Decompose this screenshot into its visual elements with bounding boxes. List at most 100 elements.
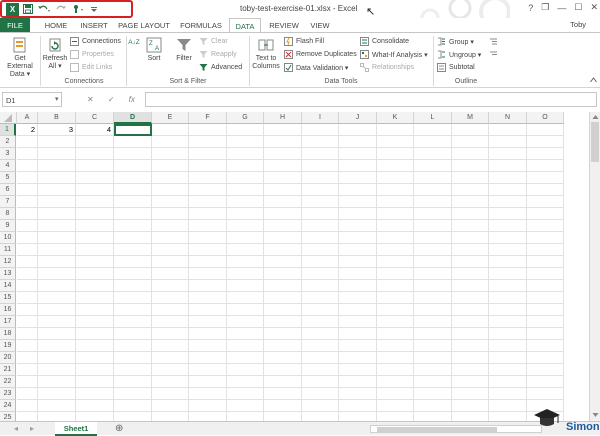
cell-j20[interactable] (339, 352, 377, 364)
column-header-l[interactable]: L (414, 112, 452, 124)
cell-n8[interactable] (489, 208, 527, 220)
column-header-k[interactable]: K (377, 112, 414, 124)
refresh-all-button[interactable]: Refresh All ▾ (42, 37, 68, 71)
maximize-icon[interactable]: ☐ (574, 2, 582, 13)
flash-fill-button[interactable]: Flash Fill (284, 37, 324, 46)
row-header-12[interactable]: 12 (0, 256, 16, 268)
next-sheet-icon[interactable]: ▸ (30, 424, 34, 433)
cell-e7[interactable] (152, 196, 189, 208)
cell-a25[interactable] (17, 412, 38, 421)
cell-d22[interactable] (114, 376, 152, 388)
row-header-23[interactable]: 23 (0, 388, 16, 400)
cell-k19[interactable] (377, 340, 414, 352)
cell-c1[interactable]: 4 (76, 124, 114, 136)
cell-a10[interactable] (17, 232, 38, 244)
cell-n14[interactable] (489, 280, 527, 292)
column-header-n[interactable]: N (489, 112, 527, 124)
cell-e21[interactable] (152, 364, 189, 376)
cell-g21[interactable] (227, 364, 264, 376)
cell-f25[interactable] (189, 412, 227, 421)
cell-c14[interactable] (76, 280, 114, 292)
cell-e6[interactable] (152, 184, 189, 196)
cell-m7[interactable] (452, 196, 489, 208)
cell-j13[interactable] (339, 268, 377, 280)
cell-f17[interactable] (189, 316, 227, 328)
cell-m6[interactable] (452, 184, 489, 196)
group-button[interactable]: Group ▾ (437, 37, 474, 46)
cell-g10[interactable] (227, 232, 264, 244)
cell-k2[interactable] (377, 136, 414, 148)
tab-formulas[interactable]: FORMULAS (178, 18, 224, 32)
cell-l16[interactable] (414, 304, 452, 316)
cell-c5[interactable] (76, 172, 114, 184)
cell-b17[interactable] (38, 316, 76, 328)
cell-c21[interactable] (76, 364, 114, 376)
redo-icon[interactable] (54, 2, 68, 16)
cell-k11[interactable] (377, 244, 414, 256)
cell-e8[interactable] (152, 208, 189, 220)
cell-h12[interactable] (264, 256, 302, 268)
cell-n10[interactable] (489, 232, 527, 244)
hide-detail-icon[interactable] (488, 50, 498, 62)
cell-l5[interactable] (414, 172, 452, 184)
cell-m11[interactable] (452, 244, 489, 256)
tab-data[interactable]: DATA (229, 18, 261, 33)
cell-f5[interactable] (189, 172, 227, 184)
cell-h9[interactable] (264, 220, 302, 232)
row-header-5[interactable]: 5 (0, 172, 16, 184)
cell-i14[interactable] (302, 280, 339, 292)
tab-insert[interactable]: INSERT (78, 18, 110, 32)
cell-b9[interactable] (38, 220, 76, 232)
cell-n4[interactable] (489, 160, 527, 172)
cell-c17[interactable] (76, 316, 114, 328)
cell-e3[interactable] (152, 148, 189, 160)
cell-o10[interactable] (527, 232, 564, 244)
cell-g7[interactable] (227, 196, 264, 208)
cell-f4[interactable] (189, 160, 227, 172)
cell-g16[interactable] (227, 304, 264, 316)
cell-a16[interactable] (17, 304, 38, 316)
row-header-16[interactable]: 16 (0, 304, 16, 316)
cell-i3[interactable] (302, 148, 339, 160)
cell-i16[interactable] (302, 304, 339, 316)
cell-c23[interactable] (76, 388, 114, 400)
save-icon[interactable] (22, 2, 34, 16)
cell-n13[interactable] (489, 268, 527, 280)
cell-e17[interactable] (152, 316, 189, 328)
cell-n3[interactable] (489, 148, 527, 160)
cell-j5[interactable] (339, 172, 377, 184)
cell-o6[interactable] (527, 184, 564, 196)
row-header-15[interactable]: 15 (0, 292, 16, 304)
cell-j24[interactable] (339, 400, 377, 412)
cancel-entry-icon[interactable]: ✕ (87, 95, 94, 104)
cell-m21[interactable] (452, 364, 489, 376)
sheet-tab-sheet1[interactable]: Sheet1 (55, 422, 97, 436)
cell-a1[interactable]: 2 (17, 124, 38, 136)
cell-b18[interactable] (38, 328, 76, 340)
cell-i2[interactable] (302, 136, 339, 148)
relationships-button[interactable]: Relationships (360, 63, 414, 72)
cell-h2[interactable] (264, 136, 302, 148)
cell-a22[interactable] (17, 376, 38, 388)
cell-e22[interactable] (152, 376, 189, 388)
column-header-h[interactable]: H (264, 112, 302, 124)
cell-m17[interactable] (452, 316, 489, 328)
cell-e24[interactable] (152, 400, 189, 412)
horizontal-scroll-thumb[interactable] (377, 427, 497, 432)
cell-c10[interactable] (76, 232, 114, 244)
cell-k25[interactable] (377, 412, 414, 421)
remove-duplicates-button[interactable]: Remove Duplicates (284, 50, 357, 59)
cell-l15[interactable] (414, 292, 452, 304)
cell-f23[interactable] (189, 388, 227, 400)
vertical-scrollbar[interactable] (589, 112, 600, 421)
cell-d3[interactable] (114, 148, 152, 160)
cell-l24[interactable] (414, 400, 452, 412)
cell-o15[interactable] (527, 292, 564, 304)
cell-l12[interactable] (414, 256, 452, 268)
row-header-4[interactable]: 4 (0, 160, 16, 172)
cell-g12[interactable] (227, 256, 264, 268)
cell-h8[interactable] (264, 208, 302, 220)
cell-h17[interactable] (264, 316, 302, 328)
cell-g3[interactable] (227, 148, 264, 160)
cell-k7[interactable] (377, 196, 414, 208)
